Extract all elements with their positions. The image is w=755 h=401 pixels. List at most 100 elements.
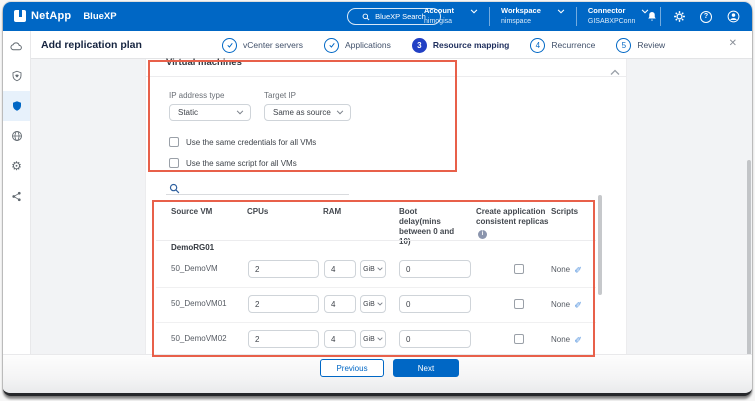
chevron-down-icon	[236, 110, 244, 115]
vm-group-label: DemoRG01	[171, 243, 214, 252]
notifications-button[interactable]	[645, 10, 659, 24]
ip-address-type-select[interactable]: Static	[169, 104, 251, 121]
divider	[146, 76, 626, 77]
resource-mapping-panel: Virtual machines IP address type Target …	[145, 59, 627, 358]
step-number-badge: 5	[616, 38, 631, 53]
divider	[156, 287, 596, 288]
sidebar-item-mobility[interactable]	[3, 121, 30, 151]
cpus-input[interactable]	[248, 295, 319, 313]
same-script-checkbox[interactable]	[169, 158, 179, 168]
boot-delay-input[interactable]	[399, 295, 471, 313]
step-review[interactable]: 5 Review	[616, 38, 665, 53]
step-label: Resource mapping	[433, 40, 510, 50]
consistent-replicas-checkbox[interactable]	[514, 299, 524, 309]
account-label: Account	[424, 6, 454, 16]
ram-unit-value: GiB	[363, 301, 375, 308]
connector-menu[interactable]: Connector GISABXPConn	[588, 6, 650, 26]
consistent-replicas-checkbox[interactable]	[514, 334, 524, 344]
step-recurrence[interactable]: 4 Recurrence	[530, 38, 595, 53]
workspace-menu[interactable]: Workspace nimspace	[501, 6, 565, 26]
target-ip-select[interactable]: Same as source	[264, 104, 351, 121]
col-header-consistent-replicas: Create application consistent replicas i	[476, 207, 552, 239]
settings-button[interactable]	[672, 10, 686, 24]
bluexp-window: NetApp BlueXP BlueXP Search Account	[3, 2, 752, 396]
ram-input[interactable]	[324, 295, 356, 313]
same-script-checkbox-row[interactable]: Use the same script for all VMs	[169, 158, 297, 168]
step-vcenter-servers[interactable]: vCenter servers	[222, 38, 303, 53]
info-icon[interactable]: i	[478, 230, 487, 239]
search-label: BlueXP Search	[375, 12, 426, 21]
chevron-down-icon	[377, 267, 383, 271]
step-label: Recurrence	[551, 40, 595, 50]
close-wizard-button[interactable]: ✕	[729, 39, 737, 49]
sidebar-item-health[interactable]	[3, 61, 30, 91]
sidebar-item-cloud[interactable]	[3, 31, 30, 61]
protection-shield-icon	[11, 100, 23, 112]
divider	[576, 7, 577, 26]
user-avatar-icon	[727, 10, 740, 23]
same-credentials-checkbox[interactable]	[169, 137, 179, 147]
help-icon: ?	[700, 11, 712, 23]
ram-input[interactable]	[324, 330, 356, 348]
context-menus: Account nimogisa Workspace	[424, 6, 672, 26]
user-menu-button[interactable]	[726, 10, 740, 24]
vm-search-button[interactable]	[169, 181, 180, 199]
step-label: Review	[637, 40, 665, 50]
step-done-check-icon	[222, 38, 237, 53]
edit-scripts-icon[interactable]: ✎	[573, 265, 584, 273]
collapse-section-button[interactable]	[610, 63, 620, 81]
source-vm-name: 50_DemoVM01	[171, 295, 227, 313]
vm-section-title: Virtual machines	[166, 57, 242, 68]
sidebar-item-governance[interactable]: ⚙	[3, 151, 30, 181]
step-number-badge: 4	[530, 38, 545, 53]
ram-unit-select[interactable]: GiB	[360, 260, 386, 278]
account-menu[interactable]: Account nimogisa	[424, 6, 478, 26]
consistent-replicas-checkbox[interactable]	[514, 264, 524, 274]
sidebar-item-extensions[interactable]	[3, 181, 30, 211]
step-done-check-icon	[324, 38, 339, 53]
scripts-value: None	[551, 265, 570, 274]
ram-input[interactable]	[324, 260, 356, 278]
cpus-input[interactable]	[248, 260, 319, 278]
cloud-icon	[10, 40, 23, 53]
divider	[156, 240, 596, 241]
product-name: BlueXP	[83, 11, 116, 22]
governance-gear-icon: ⚙	[11, 160, 22, 172]
wizard-footer: Previous Next	[3, 354, 752, 393]
scripts-value: None	[551, 335, 570, 344]
chevron-down-icon	[557, 9, 565, 14]
boot-delay-input[interactable]	[399, 330, 471, 348]
screen: NetApp BlueXP BlueXP Search Account	[0, 0, 755, 401]
step-applications[interactable]: Applications	[324, 38, 391, 53]
globe-icon	[11, 130, 23, 142]
ram-unit-value: GiB	[363, 266, 375, 273]
vm-search-input[interactable]	[166, 194, 349, 195]
same-credentials-checkbox-row[interactable]: Use the same credentials for all VMs	[169, 137, 316, 147]
edit-scripts-icon[interactable]: ✎	[573, 335, 584, 343]
next-button[interactable]: Next	[393, 359, 459, 377]
edit-scripts-icon[interactable]: ✎	[573, 300, 584, 308]
boot-delay-input[interactable]	[399, 260, 471, 278]
table-row: 50_DemoVM01 GiB None ✎	[146, 295, 626, 313]
source-vm-name: 50_DemoVM	[171, 260, 218, 278]
help-button[interactable]: ?	[699, 10, 713, 24]
cpus-input[interactable]	[248, 330, 319, 348]
bell-icon	[646, 10, 658, 23]
table-row: 50_DemoVM02 GiB None ✎	[146, 330, 626, 348]
table-scrollbar[interactable]	[598, 195, 602, 295]
step-resource-mapping[interactable]: 3 Resource mapping	[412, 38, 510, 53]
netapp-mark-icon	[14, 10, 26, 22]
source-vm-name: 50_DemoVM02	[171, 330, 227, 348]
share-nodes-icon	[11, 191, 22, 202]
chevron-down-icon	[377, 337, 383, 341]
search-icon	[362, 13, 370, 21]
scripts-value: None	[551, 300, 570, 309]
previous-button[interactable]: Previous	[320, 359, 384, 377]
workspace-value: nimspace	[501, 17, 565, 26]
chevron-down-icon	[377, 302, 383, 306]
sidebar-item-protection[interactable]	[3, 91, 30, 121]
health-shield-icon	[11, 70, 23, 82]
ram-unit-select[interactable]: GiB	[360, 330, 386, 348]
chevron-down-icon	[336, 110, 344, 115]
ram-unit-select[interactable]: GiB	[360, 295, 386, 313]
